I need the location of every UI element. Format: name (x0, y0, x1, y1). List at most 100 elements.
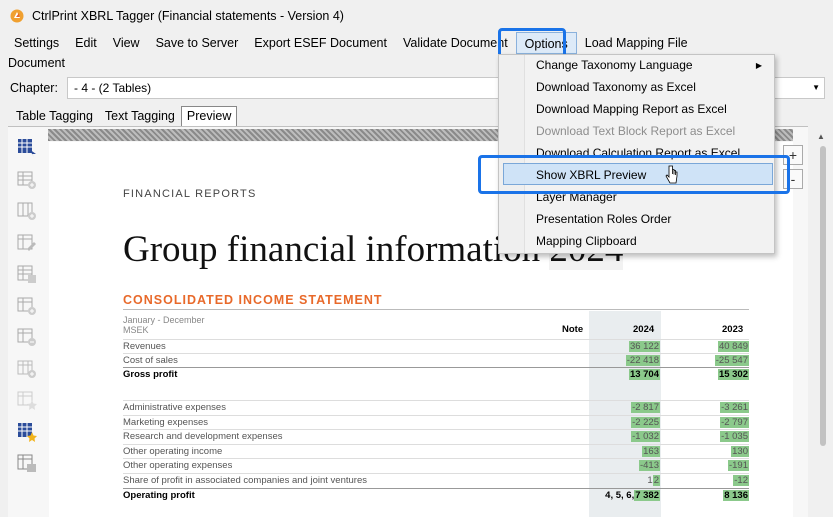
tagged-value-2023[interactable]: 8 136 (723, 490, 749, 501)
tagged-value-2024[interactable]: -22 418 (625, 355, 660, 366)
menu-item-download-calculation-report-as-excel[interactable]: Download Calculation Report as Excel (536, 146, 740, 160)
menu-options[interactable]: Options (515, 32, 577, 54)
row-label: Share of profit in associated companies … (123, 475, 367, 486)
column-header-2024: 2024 (633, 324, 655, 335)
row-label: Administrative expenses (123, 402, 226, 413)
scroll-thumb[interactable] (820, 146, 826, 446)
tagged-value-2024[interactable]: -413 (638, 460, 660, 471)
section-title: CONSOLIDATED INCOME STATEMENT (123, 293, 383, 307)
mouse-cursor-icon (665, 165, 678, 184)
table-add-icon[interactable] (16, 169, 38, 191)
app-logo-icon (10, 9, 24, 23)
table-row: Marketing expenses -2 225 -2 797 (123, 415, 749, 429)
tagged-value-2024[interactable]: 163 (642, 446, 660, 457)
table-row: Share of profit in associated companies … (123, 473, 749, 487)
menu-settings[interactable]: Settings (0, 32, 67, 54)
tagged-value-2024[interactable]: -2 225 (631, 417, 660, 428)
row-label: Marketing expenses (123, 417, 209, 428)
row-label: Other operating expenses (123, 460, 233, 471)
zoom-in-button[interactable]: + (783, 145, 803, 165)
zoom-out-button[interactable]: - (783, 169, 803, 189)
table-row: Gross profit 13 704 15 302 (123, 367, 749, 381)
table-add-small-icon[interactable] (16, 295, 38, 317)
tagged-value-2023[interactable]: 130 (731, 446, 749, 457)
tagged-value-2023[interactable]: 40 849 (717, 341, 749, 352)
menu-icon-gutter (499, 55, 525, 253)
column-header-note: Note (562, 324, 584, 335)
menu-export-esef-document[interactable]: Export ESEF Document (246, 32, 395, 54)
table-cursor-icon[interactable] (16, 137, 38, 159)
row-note: 14 (513, 475, 658, 486)
tagged-value-2024[interactable]: -2 817 (631, 402, 660, 413)
options-dropdown-menu: Change Taxonomy Language Download Taxonom… (498, 54, 775, 254)
menu-item-download-text-block-report-as-excel: Download Text Block Report as Excel (536, 124, 736, 138)
menu-item-mapping-clipboard[interactable]: Mapping Clipboard (536, 234, 637, 248)
chapter-select-value: - 4 - (2 Tables) (74, 81, 152, 95)
unit-label: MSEK (123, 325, 149, 335)
row-note: 7 (513, 460, 658, 471)
tagged-value-2024[interactable]: 13 704 (628, 369, 660, 380)
table-add-alt-icon[interactable] (16, 200, 38, 222)
tab-text-tagging[interactable]: Text Tagging (99, 106, 181, 126)
tagged-value-2024[interactable]: 2 (652, 475, 660, 486)
tab-preview[interactable]: Preview (180, 106, 238, 126)
vertical-scrollbar[interactable]: ▲ (812, 100, 833, 517)
menu-item-show-xbrl-preview[interactable]: Show XBRL Preview (536, 168, 646, 182)
column-header-2023: 2023 (722, 324, 744, 335)
row-label: Gross profit (123, 369, 178, 380)
table-star-icon[interactable] (16, 421, 38, 443)
table-row: Other operating expenses 7-413 -191 (123, 458, 749, 472)
tagged-value-2024[interactable]: 7 382 (634, 490, 660, 501)
menu-item-download-mapping-report-as-excel[interactable]: Download Mapping Report as Excel (536, 102, 727, 116)
table-export-icon[interactable] (16, 452, 38, 474)
table-grid-icon[interactable] (16, 263, 38, 285)
table-row: Cost of sales -22 418 -25 547 (123, 353, 749, 367)
left-toolbar (16, 137, 40, 484)
table-remove-icon[interactable] (16, 326, 38, 348)
scroll-up-arrow-icon[interactable]: ▲ (817, 132, 825, 141)
tagged-value-2023[interactable]: -25 547 (714, 355, 749, 366)
tagged-value-2023[interactable]: 15 302 (717, 369, 749, 380)
chapter-label: Chapter: (10, 81, 58, 95)
window-title: CtrlPrint XBRL Tagger (Financial stateme… (32, 9, 344, 23)
chevron-down-icon: ▼ (812, 83, 820, 92)
menu-bar: Settings Edit View Save to Server Export… (0, 32, 833, 54)
document-label: Document (8, 56, 65, 70)
tagged-value-2024[interactable]: 36 122 (628, 341, 660, 352)
row-label: Operating profit (123, 490, 195, 501)
row-label: Research and development expenses (123, 431, 283, 442)
table-edit-icon[interactable] (16, 232, 38, 254)
menu-edit[interactable]: Edit (67, 32, 105, 54)
row-label: Revenues (123, 341, 166, 352)
table-row: Other operating income 7163 130 (123, 444, 749, 458)
report-kicker: FINANCIAL REPORTS (123, 188, 257, 200)
menu-validate-document[interactable]: Validate Document (395, 32, 516, 54)
tagged-value-2024[interactable]: -1 032 (631, 431, 660, 442)
menu-load-mapping-file[interactable]: Load Mapping File (577, 32, 696, 54)
menu-item-change-taxonomy-language[interactable]: Change Taxonomy Language (536, 58, 693, 72)
table-row: Research and development expenses -1 032 -… (123, 429, 749, 443)
tagged-value-2023[interactable]: -12 (733, 475, 749, 486)
view-tabs: Table Tagging Text Tagging Preview (10, 106, 238, 126)
tagged-value-2023[interactable]: -1 035 (720, 431, 749, 442)
menu-item-download-taxonomy-as-excel[interactable]: Download Taxonomy as Excel (536, 80, 696, 94)
table-row: Revenues436 12240 849 (123, 339, 749, 353)
tab-table-tagging[interactable]: Table Tagging (10, 106, 99, 126)
menu-item-layer-manager[interactable]: Layer Manager (536, 190, 617, 204)
table-row: Operating profit 4, 5, 6, 7, 16 7 382 8 136 (123, 488, 749, 502)
title-bar: CtrlPrint XBRL Tagger (Financial stateme… (0, 0, 833, 32)
tagged-value-2023[interactable]: -3 261 (720, 402, 749, 413)
tagged-value-2023[interactable]: -191 (727, 460, 749, 471)
period-label: January - December (123, 315, 205, 325)
menu-view[interactable]: View (105, 32, 148, 54)
table-row: Administrative expenses -2 817 -3 261 (123, 400, 749, 414)
table-star-disabled-icon[interactable] (16, 389, 38, 411)
menu-save-to-server[interactable]: Save to Server (148, 32, 247, 54)
row-note: 7 (513, 446, 658, 457)
tagged-value-2023[interactable]: -2 797 (720, 417, 749, 428)
table-add-disabled-icon[interactable] (16, 358, 38, 380)
submenu-arrow-icon: ▶ (755, 61, 762, 70)
row-label: Cost of sales (123, 355, 178, 366)
menu-item-presentation-roles-order[interactable]: Presentation Roles Order (536, 212, 671, 226)
section-divider (123, 309, 749, 310)
